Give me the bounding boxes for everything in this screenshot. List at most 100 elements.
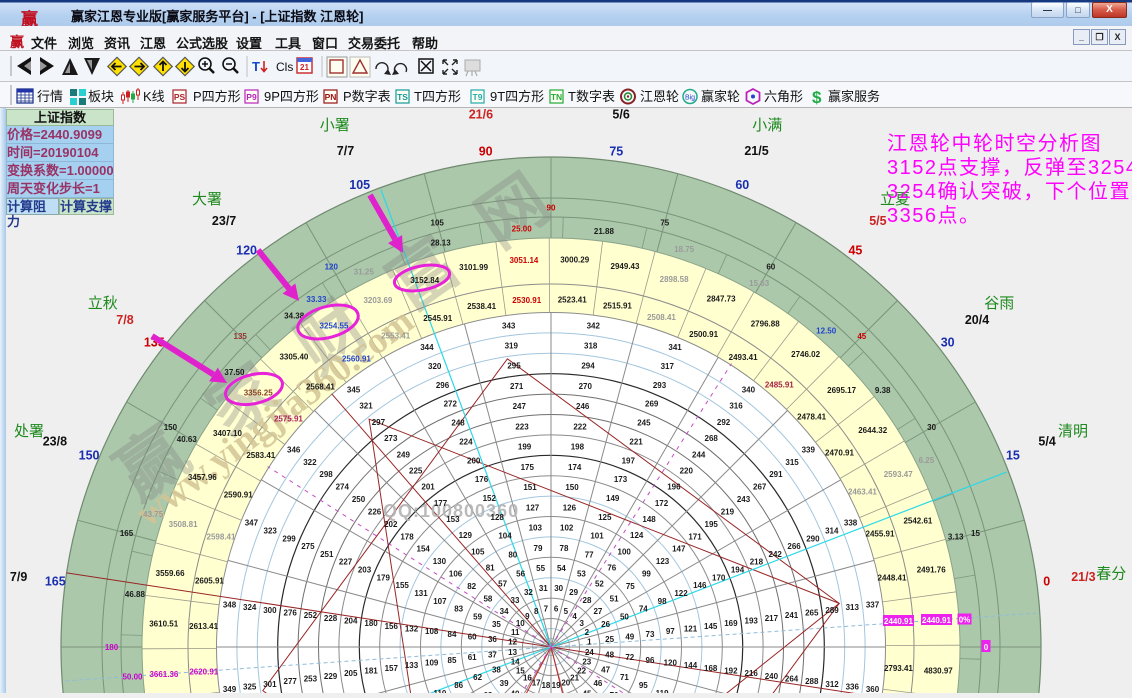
svg-text:3203.69: 3203.69 bbox=[363, 296, 392, 305]
svg-text:3152点支撑，反弹至3254点: 3152点支撑，反弹至3254点 bbox=[887, 156, 1132, 179]
svg-text:6.25: 6.25 bbox=[919, 456, 935, 465]
svg-text:24: 24 bbox=[585, 648, 594, 657]
svg-text:347: 347 bbox=[245, 519, 259, 528]
svg-text:317: 317 bbox=[661, 362, 675, 371]
svg-text:157: 157 bbox=[385, 664, 399, 673]
svg-text:170: 170 bbox=[712, 573, 726, 582]
svg-text:96: 96 bbox=[646, 656, 655, 665]
svg-text:23/7: 23/7 bbox=[212, 214, 236, 228]
svg-text:342: 342 bbox=[587, 321, 601, 330]
svg-text:3508.81: 3508.81 bbox=[169, 520, 198, 529]
svg-text:90: 90 bbox=[547, 204, 556, 213]
svg-text:2593.47: 2593.47 bbox=[884, 470, 913, 479]
svg-text:100: 100 bbox=[618, 547, 632, 556]
svg-text:344: 344 bbox=[420, 343, 434, 352]
svg-text:120: 120 bbox=[236, 243, 257, 257]
svg-text:169: 169 bbox=[724, 619, 738, 628]
svg-text:145: 145 bbox=[704, 622, 718, 631]
svg-text:9.38: 9.38 bbox=[875, 386, 891, 395]
svg-text:3051.14: 3051.14 bbox=[509, 256, 538, 265]
svg-text:318: 318 bbox=[584, 342, 598, 351]
svg-text:219: 219 bbox=[721, 508, 735, 517]
svg-text:23/8: 23/8 bbox=[43, 435, 67, 449]
svg-text:7/8: 7/8 bbox=[116, 313, 133, 327]
svg-text:3.13: 3.13 bbox=[948, 533, 964, 542]
svg-text:125: 125 bbox=[598, 513, 612, 522]
svg-text:273: 273 bbox=[384, 434, 398, 443]
svg-text:TS: TS bbox=[397, 92, 408, 102]
svg-text:251: 251 bbox=[320, 550, 334, 559]
svg-text:33.33: 33.33 bbox=[306, 295, 327, 304]
svg-text:90: 90 bbox=[479, 144, 493, 158]
svg-text:173: 173 bbox=[614, 475, 628, 484]
svg-text:290: 290 bbox=[806, 534, 820, 543]
svg-text:123: 123 bbox=[656, 557, 670, 566]
svg-text:10: 10 bbox=[516, 619, 525, 628]
svg-text:T四方形: T四方形 bbox=[414, 89, 461, 104]
svg-text:101: 101 bbox=[590, 532, 604, 541]
svg-text:228: 228 bbox=[324, 614, 338, 623]
svg-text:181: 181 bbox=[364, 667, 378, 676]
svg-text:127: 127 bbox=[526, 503, 540, 512]
svg-text:71: 71 bbox=[620, 673, 629, 682]
svg-text:32: 32 bbox=[524, 588, 533, 597]
svg-text:349: 349 bbox=[223, 685, 237, 693]
svg-text:105: 105 bbox=[471, 547, 485, 556]
svg-text:292: 292 bbox=[717, 418, 731, 427]
svg-text:板块: 板块 bbox=[88, 89, 114, 104]
svg-text:339: 339 bbox=[802, 445, 816, 454]
svg-text:2898.58: 2898.58 bbox=[660, 275, 689, 284]
svg-text:2485.91: 2485.91 bbox=[765, 380, 794, 389]
svg-text:9: 9 bbox=[525, 612, 530, 621]
svg-text:122: 122 bbox=[674, 589, 688, 598]
svg-text:60: 60 bbox=[468, 632, 477, 641]
svg-text:150: 150 bbox=[565, 483, 579, 492]
svg-text:126: 126 bbox=[563, 503, 577, 512]
svg-text:314: 314 bbox=[825, 527, 839, 536]
svg-text:227: 227 bbox=[339, 558, 353, 567]
svg-text:43.75: 43.75 bbox=[143, 510, 164, 519]
svg-text:2553.41: 2553.41 bbox=[381, 332, 410, 341]
svg-text:46: 46 bbox=[593, 679, 602, 688]
svg-text:12.50: 12.50 bbox=[816, 326, 837, 335]
svg-text:T9: T9 bbox=[473, 92, 483, 102]
svg-text:95: 95 bbox=[639, 681, 648, 690]
svg-text:291: 291 bbox=[769, 470, 783, 479]
svg-text:150: 150 bbox=[79, 449, 100, 463]
svg-text:2605.91: 2605.91 bbox=[195, 577, 224, 586]
svg-text:61: 61 bbox=[468, 653, 477, 662]
svg-text:60: 60 bbox=[766, 262, 775, 271]
svg-text:343: 343 bbox=[502, 321, 516, 330]
svg-text:149: 149 bbox=[606, 494, 620, 503]
svg-text:243: 243 bbox=[737, 495, 751, 504]
svg-text:3356点。: 3356点。 bbox=[887, 204, 981, 227]
svg-text:319: 319 bbox=[505, 342, 519, 351]
svg-text:2613.41: 2613.41 bbox=[189, 622, 218, 631]
svg-text:312: 312 bbox=[825, 680, 839, 689]
svg-text:TN: TN bbox=[551, 92, 562, 102]
svg-text:51: 51 bbox=[610, 594, 619, 603]
svg-text:72: 72 bbox=[625, 653, 634, 662]
svg-text:江恩轮中轮时空分析图: 江恩轮中轮时空分析图 bbox=[887, 132, 1102, 155]
svg-text:75: 75 bbox=[626, 582, 635, 591]
svg-text:338: 338 bbox=[844, 519, 858, 528]
svg-text:148: 148 bbox=[642, 515, 656, 524]
svg-text:2448.41: 2448.41 bbox=[878, 574, 907, 583]
svg-text:3661.36: 3661.36 bbox=[149, 670, 178, 679]
svg-text:105: 105 bbox=[349, 178, 370, 192]
svg-text:20/4: 20/4 bbox=[965, 313, 989, 327]
svg-text:52: 52 bbox=[595, 580, 604, 589]
svg-text:202: 202 bbox=[384, 520, 398, 529]
svg-text:120: 120 bbox=[325, 262, 339, 271]
svg-text:PS: PS bbox=[174, 92, 186, 102]
svg-text:129: 129 bbox=[459, 531, 473, 540]
svg-text:31.25: 31.25 bbox=[354, 268, 375, 277]
svg-text:346: 346 bbox=[287, 445, 301, 454]
svg-text:45: 45 bbox=[848, 243, 862, 257]
svg-text:3305.40: 3305.40 bbox=[279, 352, 308, 361]
svg-text:323: 323 bbox=[264, 527, 278, 536]
svg-text:3356.25: 3356.25 bbox=[244, 388, 273, 397]
svg-text:12: 12 bbox=[508, 638, 517, 647]
svg-text:18.75: 18.75 bbox=[674, 245, 695, 254]
svg-text:5/4: 5/4 bbox=[1038, 435, 1055, 449]
